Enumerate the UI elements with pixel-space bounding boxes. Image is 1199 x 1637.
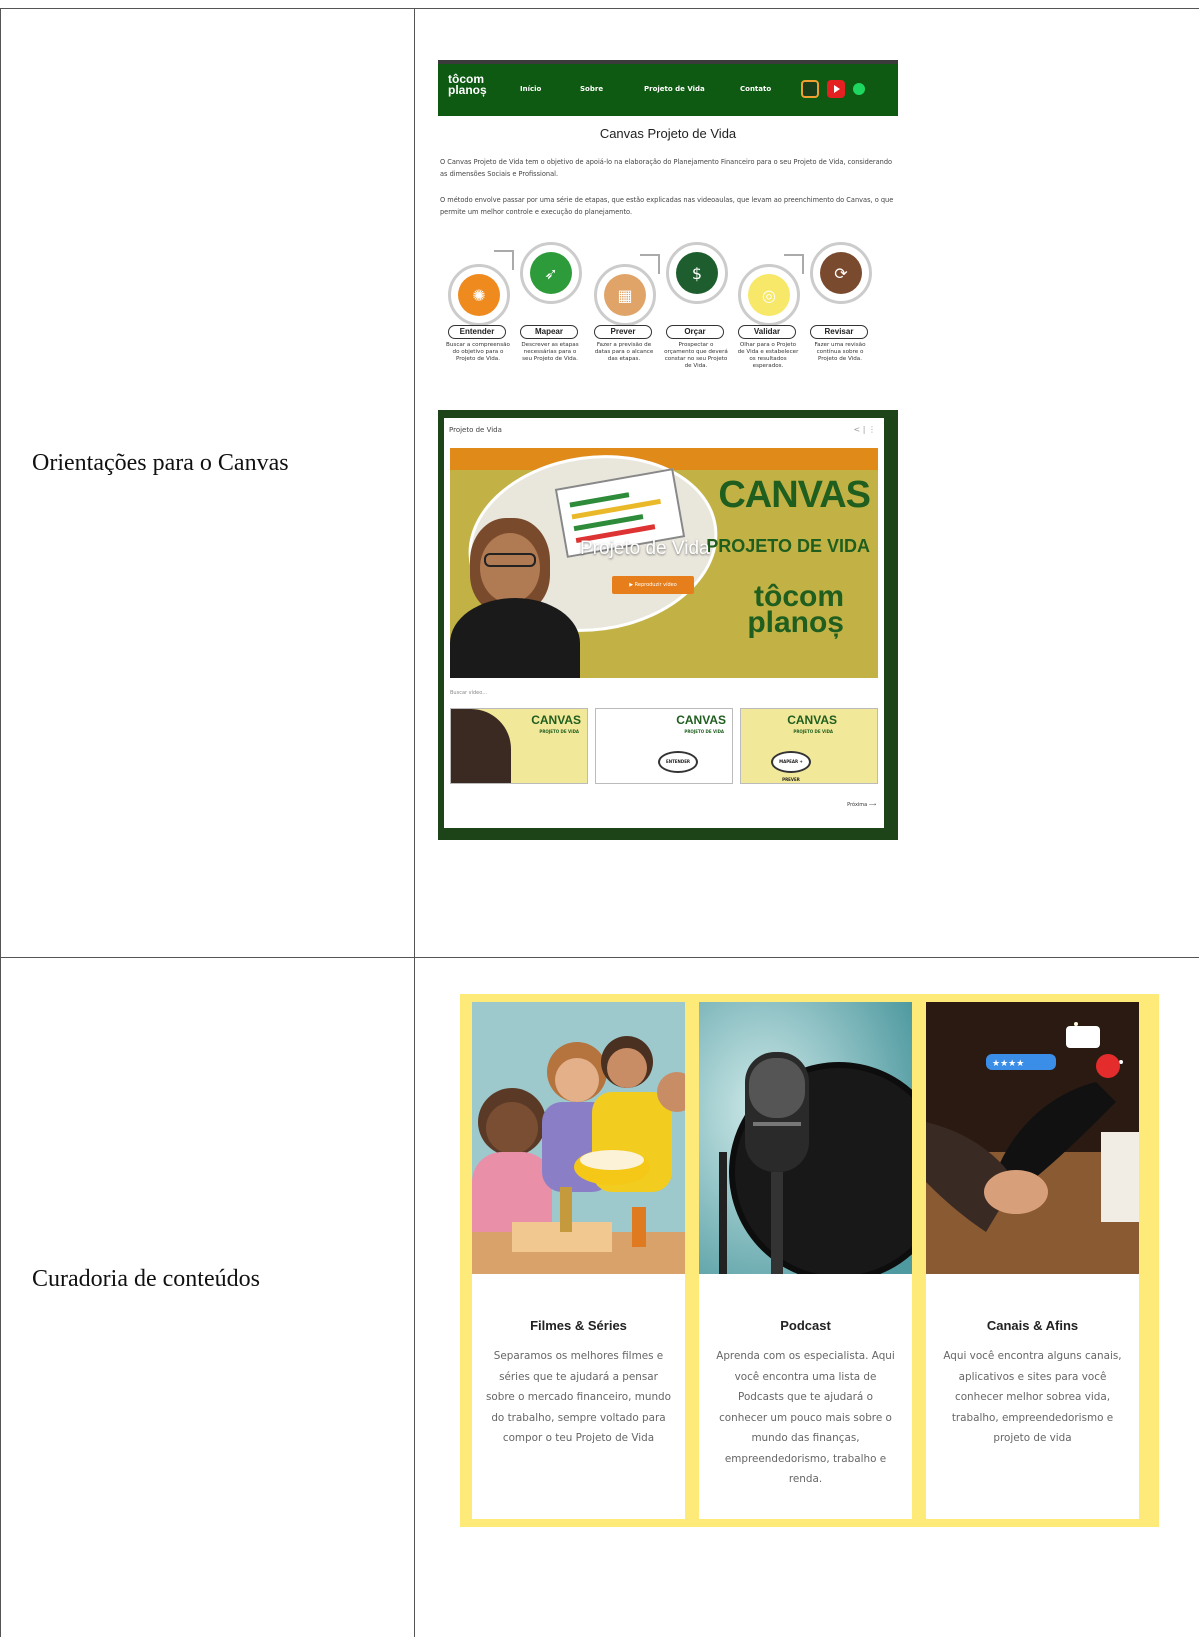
intro-paragraph-1: O Canvas Projeto de Vida tem o objetivo … bbox=[440, 158, 893, 178]
card-podcast[interactable]: Podcast Aprenda com os especialista. Aqu… bbox=[699, 1002, 912, 1519]
step-description: Buscar a compreensão do objetivo para o … bbox=[446, 342, 510, 362]
step-description: Fazer uma revisão contínua sobre o Proje… bbox=[814, 342, 866, 362]
share-icon[interactable]: < | ⋮ bbox=[854, 425, 876, 434]
steps-row: ✺ Entender Buscar a compreensão do objet… bbox=[438, 242, 898, 400]
card-filmes-series[interactable]: Filmes & Séries Separamos os melhores fi… bbox=[472, 1002, 685, 1519]
intro-paragraph-2: O método envolve passar por uma série de… bbox=[440, 196, 894, 216]
navbar: tôcom planoș Início Sobre Projeto de Vid… bbox=[438, 60, 898, 116]
rocket-icon: ➶ bbox=[530, 252, 572, 294]
card-title: Filmes & Séries bbox=[530, 1318, 627, 1333]
row-label-canvas: Orientações para o Canvas bbox=[32, 450, 289, 476]
step-prever[interactable]: ▦ Prever Fazer a previsão de datas para … bbox=[592, 250, 664, 400]
microphone-image bbox=[699, 1002, 912, 1274]
video-playlist-frame: Projeto de Vida < | ⋮ CANVAS PROJETO DE … bbox=[438, 410, 898, 840]
svg-text:★★★★: ★★★★ bbox=[992, 1059, 1024, 1069]
card-description: Aprenda com os especialista. Aqui você e… bbox=[716, 1350, 895, 1485]
video-thumbnails: CANVAS PROJETO DE VIDA CANVAS PROJETO DE… bbox=[450, 708, 878, 784]
step-description: Prospectar o orçamento que deverá consta… bbox=[664, 342, 728, 369]
video-thumbnail[interactable]: CANVAS PROJETO DE VIDA bbox=[450, 708, 588, 784]
arrow-icon bbox=[494, 250, 514, 270]
play-button[interactable]: ▶ Reproduzir vídeo bbox=[612, 576, 694, 594]
step-label: Entender bbox=[448, 325, 506, 339]
friends-watching-image bbox=[472, 1002, 685, 1274]
curadoria-screenshot: Filmes & Séries Separamos os melhores fi… bbox=[460, 994, 1159, 1527]
step-entender[interactable]: ✺ Entender Buscar a compreensão do objet… bbox=[446, 250, 518, 400]
hero-brand-logo: tôcom planoș bbox=[747, 580, 844, 639]
step-validar[interactable]: ◎ Validar Olhar para o Projeto de Vida e… bbox=[736, 250, 808, 400]
cycle-icon: ⟳ bbox=[820, 252, 862, 294]
nav-inicio[interactable]: Início bbox=[520, 85, 541, 93]
step-label: Prever bbox=[594, 325, 652, 339]
youtube-icon[interactable] bbox=[827, 80, 845, 98]
phone-social-image: ★★★★ bbox=[926, 1002, 1139, 1274]
page-title: Canvas Projeto de Vida bbox=[599, 126, 737, 141]
playlist-title: Projeto de Vida bbox=[449, 426, 502, 434]
calendar-icon: ▦ bbox=[604, 274, 646, 316]
video-thumbnail[interactable]: CANVAS PROJETO DE VIDA MAPEAR + PREVER bbox=[740, 708, 878, 784]
step-description: Fazer a previsão de datas para o alcance… bbox=[594, 342, 654, 362]
card-title: Canais & Afins bbox=[986, 1318, 1079, 1333]
card-title: Podcast bbox=[780, 1318, 831, 1333]
nav-sobre[interactable]: Sobre bbox=[580, 85, 603, 93]
next-page-link[interactable]: Próxima ⟶ bbox=[847, 802, 876, 808]
table-column-divider bbox=[414, 8, 415, 1637]
step-description: Descrever as etapas necessárias para o s… bbox=[521, 342, 579, 362]
canvas-site-screenshot: tôcom planoș Início Sobre Projeto de Vid… bbox=[438, 60, 898, 840]
spotify-icon[interactable] bbox=[853, 83, 865, 95]
row-label-curadoria: Curadoria de conteúdos bbox=[32, 1266, 260, 1292]
video-hero[interactable]: CANVAS PROJETO DE VIDA Projeto de Vida ▶… bbox=[450, 448, 878, 678]
step-label: Revisar bbox=[810, 325, 868, 339]
hero-subtitle: PROJETO DE VIDA bbox=[706, 536, 870, 556]
video-search-input[interactable]: Buscar vídeo... bbox=[450, 690, 487, 696]
card-canais-afins[interactable]: ★★★★ Canais & Afins Aqui você encontra a… bbox=[926, 1002, 1139, 1519]
step-orcar[interactable]: $ Orçar Prospectar o orçamento que dever… bbox=[664, 242, 736, 400]
card-description: Separamos os melhores filmes e séries qu… bbox=[486, 1350, 671, 1444]
lightbulb-icon: ✺ bbox=[458, 274, 500, 316]
nav-projeto-de-vida[interactable]: Projeto de Vida bbox=[644, 85, 705, 93]
table-border-top bbox=[0, 8, 1199, 9]
step-label: Validar bbox=[738, 325, 796, 339]
instagram-icon[interactable] bbox=[801, 80, 819, 98]
step-description: Olhar para o Projeto de Vida e estabelec… bbox=[737, 342, 799, 369]
video-player: Projeto de Vida < | ⋮ CANVAS PROJETO DE … bbox=[444, 418, 884, 828]
step-mapear[interactable]: ➶ Mapear Descrever as etapas necessárias… bbox=[518, 242, 590, 400]
dollar-icon: $ bbox=[676, 252, 718, 294]
target-icon: ◎ bbox=[748, 274, 790, 316]
card-description: Aqui você encontra alguns canais, aplica… bbox=[943, 1350, 1122, 1444]
step-label: Mapear bbox=[520, 325, 578, 339]
video-title: Projeto de Vida bbox=[580, 538, 710, 559]
video-thumbnail[interactable]: CANVAS PROJETO DE VIDA ENTENDER bbox=[595, 708, 733, 784]
step-revisar[interactable]: ⟳ Revisar Fazer uma revisão contínua sob… bbox=[808, 242, 880, 400]
hero-canvas-text: CANVAS bbox=[718, 474, 871, 516]
table-row-divider bbox=[0, 957, 1199, 958]
step-label: Orçar bbox=[666, 325, 724, 339]
nav-contato[interactable]: Contato bbox=[740, 85, 771, 93]
site-logo[interactable]: tôcom planoș bbox=[448, 73, 487, 96]
